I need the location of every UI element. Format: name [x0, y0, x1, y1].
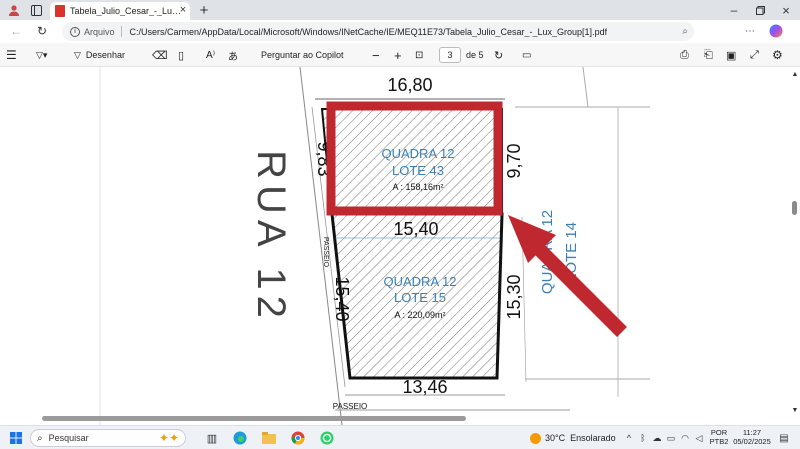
weather-widget[interactable]: 30°C Ensolarado	[530, 430, 616, 446]
tab-active-pdf[interactable]: Tabela_Julio_Cesar_-_Lux_Group[1]...	[50, 2, 190, 20]
street-label: RUA 12	[249, 150, 293, 324]
ask-copilot-button[interactable]: Perguntar ao Copilot	[261, 43, 344, 67]
language-indicator[interactable]: POR PTB2	[708, 428, 730, 446]
clock[interactable]: 11:27 05/02/2025	[732, 428, 772, 446]
display-icon[interactable]: ▭	[665, 430, 677, 446]
bluetooth-icon[interactable]: ᛒ	[637, 430, 649, 446]
notifications-icon[interactable]: ▤	[776, 430, 792, 446]
survey-drawing: RUA 12 QUADRA 12 LOTE 14 QUADRA 12 LOTE …	[99, 67, 650, 425]
draw-label: Desenhar	[85, 50, 125, 60]
page-total: de 5	[466, 50, 484, 60]
profile-icon[interactable]	[6, 2, 22, 18]
address-bar[interactable]: i Arquivo C:/Users/Carmen/AppData/Local/…	[62, 22, 694, 41]
edge-icon[interactable]	[232, 430, 248, 446]
weather-temp: 30°C	[545, 433, 566, 443]
taskbar-search[interactable]: ⌕ Pesquisar ✦✦	[30, 429, 186, 447]
language-code: POR	[710, 428, 728, 437]
dim-bottom: 13,46	[402, 377, 447, 397]
refresh-icon[interactable]: ↻	[34, 23, 50, 39]
close-tab-icon[interactable]: ×	[176, 3, 190, 17]
fit-page-icon[interactable]: ⊡	[415, 43, 423, 67]
dim-right-upper: 9,70	[504, 143, 524, 178]
save-as-icon[interactable]: ▣	[726, 43, 736, 67]
new-tab-icon[interactable]: +	[196, 2, 212, 19]
lot43-area: A : 158,16m²	[392, 182, 443, 192]
vertical-scrollbar-thumb[interactable]	[792, 201, 797, 215]
lot15-area: A : 220,09m²	[394, 310, 445, 320]
copilot-label: Perguntar ao Copilot	[261, 50, 344, 60]
pdf-file-icon	[55, 5, 65, 17]
url-text: C:/Users/Carmen/AppData/Local/Microsoft/…	[129, 26, 608, 37]
zoom-out-icon[interactable]: −	[372, 43, 380, 67]
contents-icon[interactable]: ☰	[6, 43, 17, 67]
horizontal-scrollbar-thumb[interactable]	[42, 416, 466, 421]
lot15-lot: LOTE 15	[394, 290, 446, 305]
weather-text: Ensolarado	[570, 433, 616, 443]
search-label: Pesquisar	[48, 433, 89, 443]
passeio-bottom: PASSEIO	[333, 402, 368, 411]
tab-actions-icon[interactable]	[28, 2, 44, 18]
lot43-block: QUADRA 12	[382, 146, 455, 161]
back-icon[interactable]: ←	[8, 23, 24, 39]
page-number-box[interactable]: 3	[439, 43, 461, 67]
start-icon[interactable]	[8, 430, 24, 446]
fullscreen-icon[interactable]: ⤢	[750, 43, 759, 67]
scroll-down-icon[interactable]: ▼	[790, 405, 800, 415]
save-icon[interactable]: ⎗	[704, 43, 713, 67]
pdf-toolbar: ☰ ▽▾ ▽ Desenhar ⌫ ▯ A⁾ あ Perguntar ao Co…	[0, 43, 800, 67]
more-options-icon[interactable]: ⋯	[742, 23, 758, 39]
pdf-viewer[interactable]: RUA 12 QUADRA 12 LOTE 14 QUADRA 12 LOTE …	[0, 67, 800, 425]
dim-right-lower: 15,30	[504, 274, 524, 319]
volume-icon[interactable]: ◁	[693, 430, 705, 446]
sun-icon	[530, 432, 541, 444]
zoom-icon[interactable]: ⌕	[682, 26, 688, 37]
scroll-up-icon[interactable]: ▲	[790, 69, 800, 79]
clock-time: 11:27	[742, 428, 762, 437]
onedrive-icon[interactable]: ☁	[651, 430, 663, 446]
erase-icon[interactable]: ⌫	[152, 43, 168, 67]
zoom-in-icon[interactable]: +	[394, 43, 402, 67]
search-highlight-icon: ✦✦	[158, 431, 179, 445]
lot15-block: QUADRA 12	[384, 274, 457, 289]
task-view-icon[interactable]: ▥	[204, 430, 220, 446]
minimize-icon[interactable]: –	[726, 2, 742, 18]
page-view-icon[interactable]: ▭	[522, 43, 531, 67]
wifi-icon[interactable]: ◠	[679, 430, 691, 446]
dim-middle: 15,40	[393, 219, 438, 239]
tab-title: Tabela_Julio_Cesar_-_Lux_Group[1]...	[70, 6, 185, 16]
pen-icon: ▽	[74, 49, 81, 60]
maximize-icon[interactable]	[752, 2, 768, 18]
rotate-icon[interactable]: ↻	[494, 43, 503, 67]
lot43-lot: LOTE 43	[392, 163, 444, 178]
tray-chevron-icon[interactable]: ^	[623, 430, 635, 446]
highlight-icon[interactable]: ▽▾	[36, 43, 47, 67]
read-aloud-icon[interactable]: A⁾	[206, 43, 215, 67]
taskbar: ⌕ Pesquisar ✦✦ ▥ 30°C Ensolarado ^ ᛒ ☁ ▭…	[0, 425, 800, 449]
dim-top: 16,80	[387, 75, 432, 95]
close-window-icon[interactable]: ×	[778, 2, 794, 18]
passeio-side: PASSEIO	[322, 237, 329, 268]
draw-button[interactable]: ▽ Desenhar	[74, 43, 125, 67]
address-prefix: Arquivo	[84, 26, 115, 37]
search-icon: ⌕	[37, 432, 43, 444]
settings-icon[interactable]: ⚙	[772, 43, 783, 67]
info-icon[interactable]: i	[70, 26, 80, 37]
dim-left-lower: 15,40	[332, 276, 352, 321]
book-view-icon[interactable]: ▯	[178, 43, 184, 67]
file-explorer-icon[interactable]	[261, 430, 277, 446]
clock-date: 05/02/2025	[733, 437, 771, 446]
chrome-icon[interactable]	[290, 430, 306, 446]
page-current-input[interactable]: 3	[439, 47, 461, 63]
boundary-line	[582, 67, 589, 108]
print-icon[interactable]: ⎙	[680, 43, 689, 67]
whatsapp-icon[interactable]	[319, 430, 335, 446]
tab-bar: Tabela_Julio_Cesar_-_Lux_Group[1]... × +…	[0, 0, 800, 20]
copilot-icon[interactable]	[767, 22, 785, 40]
translate-icon[interactable]: あ	[228, 43, 238, 67]
divider	[120, 26, 122, 37]
keyboard-layout: PTB2	[709, 437, 729, 446]
lot43-polygon	[320, 108, 503, 215]
